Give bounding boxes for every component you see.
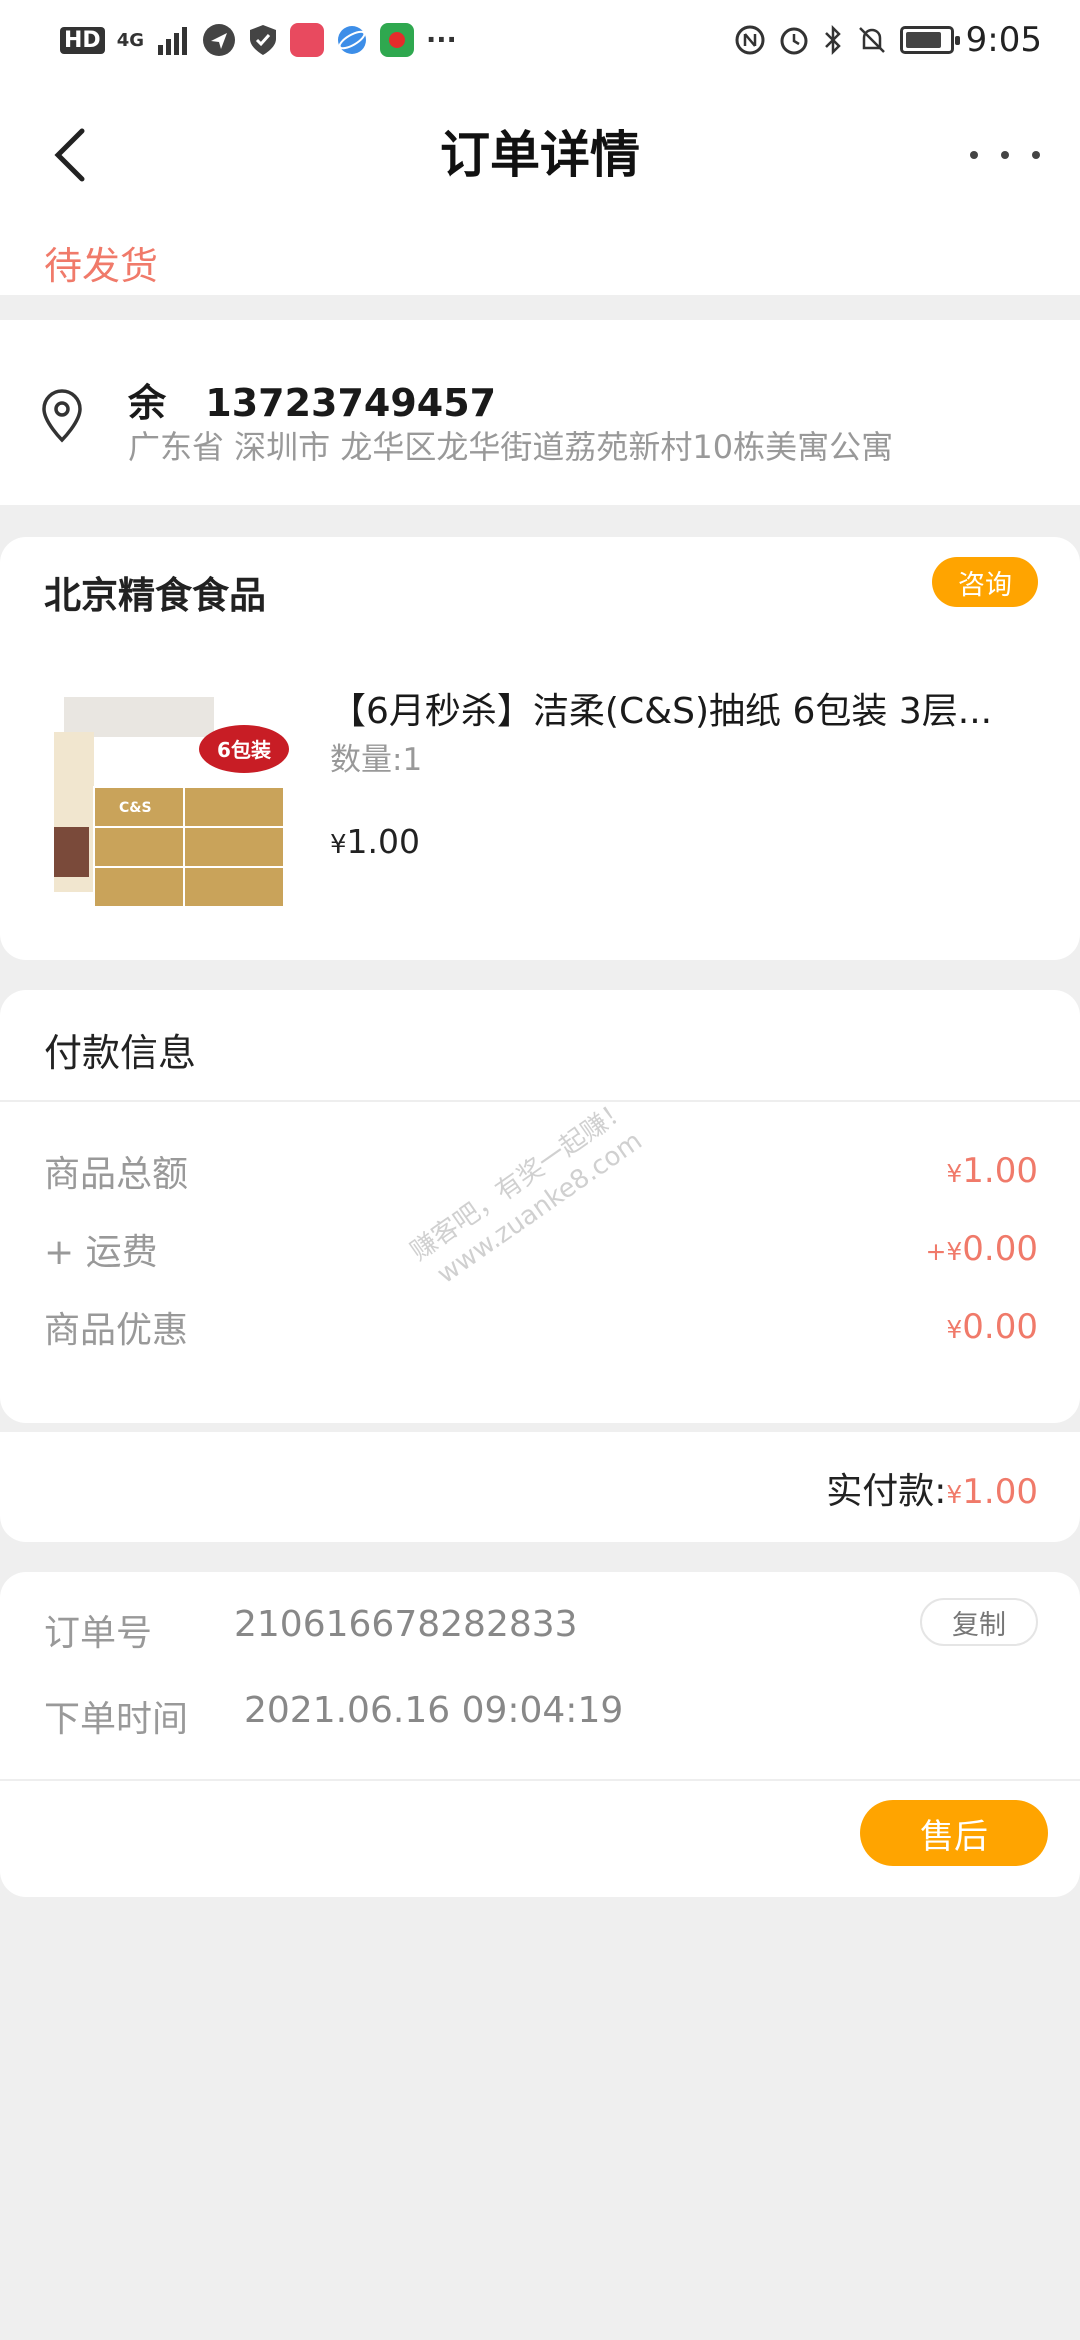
- status-bar-left: HD 4G ···: [60, 23, 457, 57]
- recipient-info: 余 13723749457: [128, 372, 496, 427]
- app-icon: [290, 23, 324, 57]
- consult-button[interactable]: 咨询: [932, 557, 1038, 607]
- shop-name[interactable]: 北京精食食品: [44, 565, 266, 619]
- order-number-row: 订单号 210616678282833: [44, 1604, 578, 1656]
- currency-symbol: ¥: [946, 1159, 963, 1188]
- shop-card: 北京精食食品 咨询 C&S 6包装 【6月秒杀】洁柔(C&S)抽纸 6包装 3层…: [0, 537, 1080, 960]
- price-value: 1.00: [346, 822, 421, 861]
- page-title: 订单详情: [440, 126, 640, 184]
- product-brand: C&S: [119, 800, 152, 816]
- after-sale-button[interactable]: 售后: [860, 1800, 1048, 1866]
- hd-badge: HD: [60, 26, 105, 54]
- battery-icon: [899, 26, 960, 54]
- currency-symbol: ¥: [330, 830, 347, 860]
- nfc-icon: [735, 25, 765, 55]
- amount-value: 0.00: [962, 1307, 1038, 1347]
- subtotal-label: 商品总额: [44, 1154, 189, 1195]
- total-label: 实付款:: [826, 1471, 947, 1512]
- payment-card: 付款信息 商品总额 ¥1.00 + 运费 +¥0.00 商品优惠 ¥0.00 赚…: [0, 990, 1080, 1423]
- product-image[interactable]: C&S 6包装: [44, 677, 294, 927]
- order-time: 2021.06.16 09:04:19: [244, 1690, 624, 1731]
- page-header: 订单详情 待发货: [0, 80, 1080, 295]
- alarm-icon: [780, 27, 808, 55]
- status-bar-right: 9:05: [734, 20, 1042, 60]
- discount-label: 商品优惠: [44, 1310, 189, 1351]
- order-time-row: 下单时间 2021.06.16 09:04:19: [44, 1690, 623, 1742]
- status-bar: HD 4G ··· 9:05: [0, 0, 1080, 80]
- location-pin-icon: [42, 389, 82, 443]
- recipient-phone: 13723749457: [205, 381, 497, 425]
- subtotal-amount: ¥1.00: [946, 1151, 1038, 1191]
- mute-icon: [858, 27, 885, 53]
- shipping-amount: +¥0.00: [925, 1229, 1038, 1269]
- signal-icon: [158, 27, 187, 55]
- shield-icon: [250, 25, 276, 55]
- more-dots-icon: [970, 151, 978, 159]
- amount-value: 0.00: [962, 1229, 1038, 1269]
- network-type: 4G: [116, 29, 144, 51]
- payment-title: 付款信息: [44, 1031, 197, 1075]
- order-status: 待发货: [44, 244, 159, 288]
- more-notifications: ···: [426, 24, 457, 56]
- currency-symbol: ¥: [946, 1315, 963, 1344]
- more-dot: [1001, 151, 1009, 159]
- product-price: ¥1.00: [330, 822, 420, 861]
- shipping-label: + 运费: [44, 1232, 158, 1273]
- copy-button[interactable]: 复制: [920, 1598, 1038, 1646]
- amount-value: 1.00: [962, 1472, 1038, 1512]
- order-time-label: 下单时间: [44, 1699, 189, 1740]
- currency-symbol: ¥: [946, 1237, 963, 1266]
- divider: [0, 1779, 1080, 1781]
- amount-value: 1.00: [962, 1151, 1038, 1191]
- more-button[interactable]: [970, 135, 1040, 175]
- order-number: 210616678282833: [234, 1604, 578, 1645]
- divider: [0, 1100, 1080, 1102]
- product-badge: 6包装: [217, 738, 271, 762]
- total-amount: ¥1.00: [946, 1472, 1038, 1512]
- app-icon: [380, 23, 414, 57]
- browser-icon: [338, 26, 366, 54]
- bluetooth-icon: [824, 24, 841, 56]
- order-info-card: 订单号 210616678282833 复制 下单时间 2021.06.16 0…: [0, 1572, 1080, 1897]
- discount-row: 商品优惠 ¥0.00: [44, 1301, 1038, 1353]
- plus-sign: +: [925, 1237, 947, 1266]
- address-detail: 广东省 深圳市 龙华区龙华街道荔苑新村10栋美寓公寓: [128, 428, 894, 466]
- discount-amount: ¥0.00: [946, 1307, 1038, 1347]
- shipping-row: + 运费 +¥0.00: [44, 1223, 1038, 1275]
- currency-symbol: ¥: [946, 1480, 963, 1509]
- total-card: 实付款: ¥1.00: [0, 1432, 1080, 1542]
- order-number-label: 订单号: [44, 1613, 153, 1654]
- status-time: 9:05: [965, 20, 1042, 60]
- address-card[interactable]: 余 13723749457 广东省 深圳市 龙华区龙华街道荔苑新村10栋美寓公寓: [0, 320, 1080, 505]
- location-send-icon: [203, 24, 235, 56]
- more-dot: [1032, 151, 1040, 159]
- product-quantity: 数量:1: [330, 742, 423, 778]
- total-row: 实付款: ¥1.00: [826, 1462, 1038, 1514]
- recipient-name: 余: [128, 381, 167, 425]
- product-title[interactable]: 【6月秒杀】洁柔(C&S)抽纸 6包装 3层...: [330, 682, 1050, 734]
